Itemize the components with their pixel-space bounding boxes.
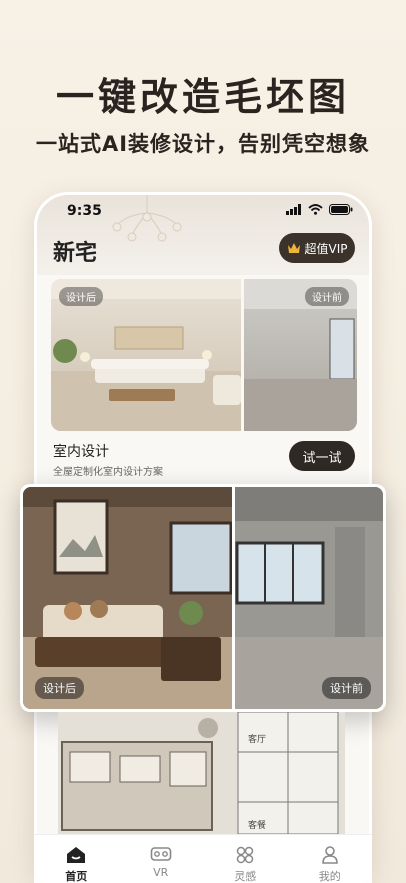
bottom-tab-bar: 首页 VR 灵感 我的 [34,834,372,883]
tab-home-label: 首页 [65,870,88,883]
before-tag: 设计前 [305,287,349,306]
vr-icon [150,847,172,861]
before-design-image: 设计前 [244,279,357,431]
raw-concrete-room [235,487,383,709]
after-design-image: 设计后 [51,279,241,431]
comparison-panel[interactable]: 设计后 设计前 [20,484,386,712]
comparison-before-image: 设计前 [235,487,383,709]
floorplan-room-2: 客餐 [248,819,266,831]
hero-title: 一键改造毛坯图 [55,75,350,119]
status-time: 9:35 [67,203,102,219]
tab-vr[interactable]: VR [119,835,204,883]
comparison-before-label: 设计前 [322,677,371,699]
tab-vr-label: VR [153,866,169,879]
comparison-after-label: 设计后 [35,677,84,699]
design-card[interactable]: 设计后 设计前 [51,279,357,431]
tab-profile-label: 我的 [318,870,341,883]
tab-profile[interactable]: 我的 [288,835,373,883]
tab-home[interactable]: 首页 [34,835,119,883]
status-icons [286,204,353,215]
try-button[interactable]: 试一试 [289,441,355,471]
vip-label: 超值VIP [304,241,348,256]
comparison-after-image: 设计后 [23,487,232,709]
battery-icon [329,204,353,215]
floorplan-room-1: 客厅 [248,733,266,745]
chandelier-decoration [112,195,182,242]
feature-description: 全屋定制化室内设计方案 [53,467,163,478]
profile-icon [321,846,338,864]
wifi-icon [308,204,323,215]
after-tag: 设计后 [59,287,103,306]
designed-living-room [23,487,232,709]
home-icon [67,847,86,863]
feature-title: 室内设计 [53,444,109,460]
signal-icon [286,204,301,215]
hero-subtitle: 一站式AI装修设计，告别凭空想象 [35,132,371,156]
floorplan-illustration: 客厅 客餐 [58,712,345,834]
inspiration-icon [237,846,254,864]
tab-inspiration[interactable]: 灵感 [203,835,288,883]
vip-button[interactable]: 超值VIP [279,233,355,263]
tab-inspiration-label: 灵感 [234,870,257,883]
app-logo: 新宅 [53,241,98,266]
floorplan-preview[interactable]: 客厅 客餐 [58,712,345,834]
crown-icon [287,243,300,253]
